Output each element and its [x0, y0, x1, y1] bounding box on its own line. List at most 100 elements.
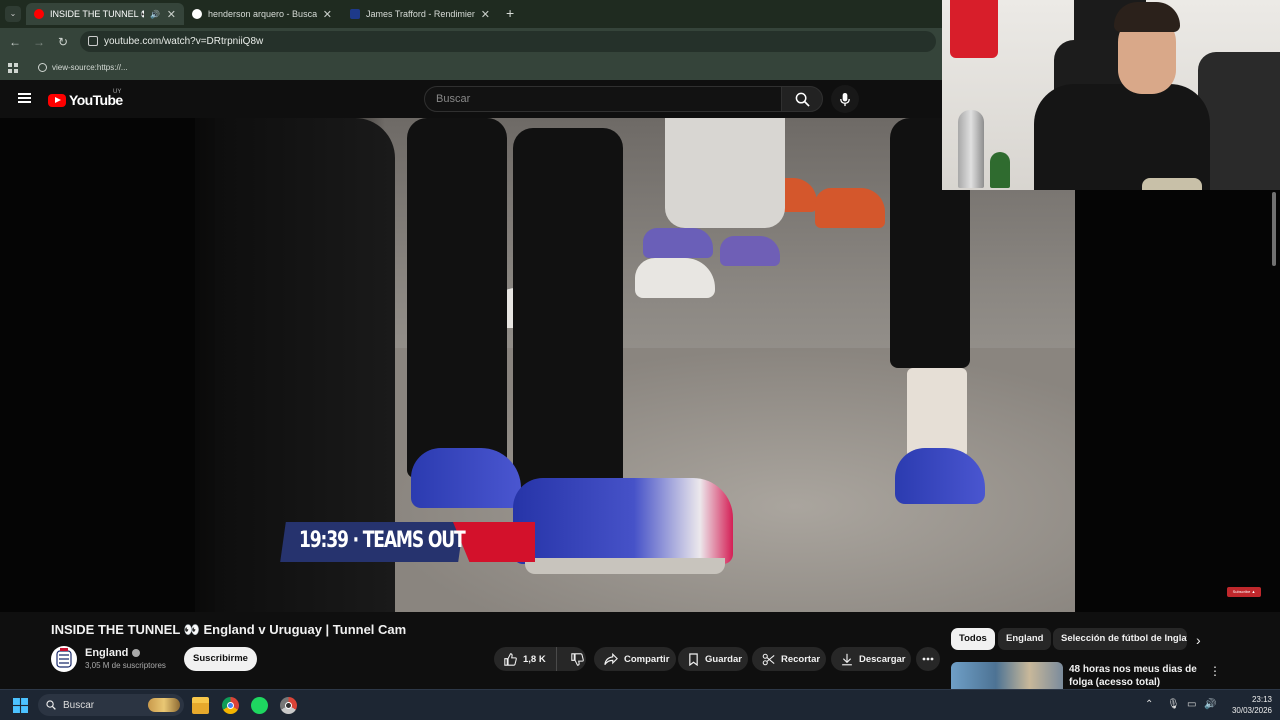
tab-close-icon[interactable]: ✕ [323, 8, 332, 21]
share-label: Compartir [624, 653, 670, 665]
verified-badge-icon [132, 649, 141, 657]
webcam-trophy [958, 110, 984, 188]
more-actions-button[interactable] [916, 647, 940, 671]
webcam-person-body [1034, 84, 1210, 190]
tab-title: James Trafford - Rendimiento p [366, 9, 475, 19]
subscribe-button[interactable]: Suscribirme [184, 647, 257, 671]
video-bg-boot-purple [720, 236, 780, 266]
site-info-icon[interactable] [88, 36, 98, 46]
apps-grid-icon[interactable] [8, 62, 18, 73]
tab-google-search[interactable]: henderson arquero - Buscar co ✕ [184, 3, 340, 25]
chip-all[interactable]: Todos [951, 628, 995, 650]
chip-england[interactable]: England [998, 628, 1052, 650]
site-favicon-icon [350, 9, 360, 19]
volume-tray-icon[interactable]: 🔊 [1204, 699, 1216, 710]
video-boot-blue [513, 478, 733, 564]
tab-close-icon[interactable]: ✕ [481, 8, 490, 21]
save-button[interactable]: Guardar [678, 647, 748, 671]
video-ankle [907, 368, 967, 458]
lower-third-text: 19:39 · TEAMS OUT [299, 528, 466, 553]
channel-name-text: England [85, 647, 129, 659]
video-title: INSIDE THE TUNNEL 👀 England v Uruguay | … [51, 622, 407, 637]
video-bg-boot [635, 258, 715, 298]
webcam-person-hair [1114, 2, 1180, 32]
like-count: 1,8 K [523, 653, 546, 665]
address-bar[interactable]: youtube.com/watch?v=DRtrpniiQ8w [80, 31, 936, 52]
search-input[interactable]: Buscar [424, 86, 782, 112]
recommended-video-item[interactable]: 48 horas nos meus dias de folga (acesso … [951, 662, 1271, 689]
webcam-overlay [942, 0, 1280, 190]
thumbs-up-icon [504, 652, 517, 666]
new-tab-button[interactable]: + [506, 5, 514, 21]
bookmark-icon [689, 652, 698, 666]
more-horizontal-icon [922, 657, 934, 661]
tab-youtube-video[interactable]: INSIDE THE TUNNEL 👀 En 🔊 ✕ [26, 3, 184, 25]
share-arrow-icon [604, 652, 618, 665]
webcam-gnome [990, 152, 1010, 188]
search-button[interactable] [781, 86, 823, 112]
subscribe-watermark[interactable]: Subscribe ▲ [1227, 587, 1261, 597]
browser-tab-strip: ⌄ INSIDE THE TUNNEL 👀 En 🔊 ✕ henderson a… [0, 0, 942, 28]
youtube-logo[interactable]: YouTube [48, 92, 123, 108]
url-text: youtube.com/watch?v=DRtrpniiQ8w [104, 36, 264, 47]
download-button[interactable]: Descargar [831, 647, 911, 671]
bookmark-item[interactable]: view-source:https://... [38, 63, 128, 72]
channel-name[interactable]: England [85, 647, 141, 659]
tab-search-button[interactable]: ⌄ [5, 6, 21, 22]
spotify-icon[interactable] [251, 697, 268, 714]
speaker-icon[interactable]: 🔊 [150, 10, 160, 19]
chrome-icon[interactable] [222, 697, 239, 714]
page-scrollbar[interactable] [1270, 190, 1278, 620]
download-icon [842, 653, 852, 665]
england-crest-icon [56, 648, 72, 668]
dislike-button[interactable] [563, 652, 592, 666]
microphone-tray-icon[interactable]: 🎙 [1167, 699, 1180, 710]
webcam-chair [1198, 52, 1280, 190]
webcam-mate-cup [1142, 178, 1202, 190]
chrome-profile-icon[interactable] [280, 697, 297, 714]
lower-third-graphic: 19:39 · TEAMS OUT [280, 522, 535, 562]
subscriber-count: 3,05 M de suscriptores [85, 661, 166, 670]
webcam-red-shirt-poster [950, 0, 998, 58]
forward-arrow-icon[interactable]: → [27, 35, 51, 49]
tab-close-icon[interactable]: ✕ [167, 8, 176, 21]
bookmark-label: view-source:https://... [52, 63, 128, 72]
taskbar-search-box[interactable]: Buscar [38, 694, 184, 716]
share-button[interactable]: Compartir [594, 647, 676, 671]
save-label: Guardar [705, 653, 742, 665]
video-bg-boot [815, 188, 885, 228]
globe-icon [38, 63, 47, 72]
channel-avatar[interactable] [51, 646, 77, 672]
tray-chevron-up-icon[interactable]: ⌃ [1145, 699, 1153, 710]
video-sock [513, 128, 623, 508]
tab-trafford-stats[interactable]: James Trafford - Rendimiento p ✕ [342, 3, 498, 25]
taskbar-search-placeholder: Buscar [63, 699, 95, 711]
back-arrow-icon[interactable]: ← [3, 35, 27, 49]
scrollbar-thumb[interactable] [1272, 192, 1276, 266]
search-icon [46, 700, 56, 710]
clip-button[interactable]: Recortar [752, 647, 826, 671]
clock-time: 23:13 [1251, 695, 1272, 704]
clock-date: 30/03/2026 [1231, 706, 1272, 715]
reload-icon[interactable]: ↻ [51, 35, 75, 49]
taskbar-clock[interactable]: 23:13 30/03/2026 [1222, 694, 1272, 716]
like-button[interactable]: 1,8 K [494, 647, 557, 671]
network-tray-icon[interactable]: ▭ [1187, 699, 1196, 710]
chip-england-national-team[interactable]: Selección de fútbol de Inglaterra [1053, 628, 1187, 650]
tab-title: henderson arquero - Buscar co [208, 9, 317, 19]
microphone-icon [840, 92, 850, 106]
recommended-more-vertical-icon[interactable]: ⋮ [1209, 664, 1221, 678]
voice-search-button[interactable] [831, 85, 859, 113]
recommended-title[interactable]: 48 horas nos meus dias de folga (acesso … [1069, 663, 1219, 689]
bookmarks-bar: view-source:https://... [0, 55, 942, 80]
chips-next-chevron-icon[interactable]: › [1196, 632, 1201, 648]
thumbs-down-icon [571, 652, 584, 666]
video-frame[interactable]: 19:39 · TEAMS OUT [195, 118, 1075, 612]
video-player[interactable]: 19:39 · TEAMS OUT Subscribe ▲ [0, 118, 1280, 612]
recommended-thumbnail[interactable] [951, 662, 1063, 689]
windows-start-icon[interactable] [13, 698, 28, 713]
tab-title: INSIDE THE TUNNEL 👀 En [50, 8, 144, 19]
windows-taskbar: Buscar ⌃ 🎙 ▭ 🔊 23:13 30/03/2026 [0, 689, 1280, 720]
menu-hamburger-icon[interactable] [18, 93, 31, 103]
file-explorer-icon[interactable] [192, 697, 209, 714]
